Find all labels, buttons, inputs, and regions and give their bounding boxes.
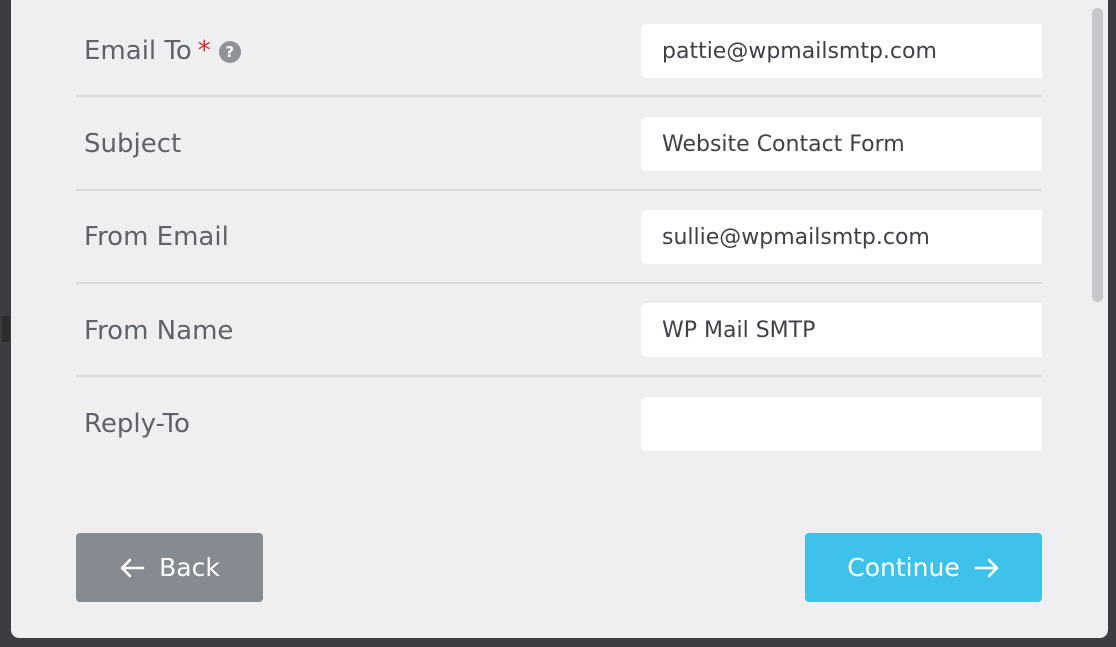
help-icon[interactable]: ? [218,41,241,63]
continue-button[interactable]: Continue [805,533,1042,602]
email-to-label: Email To [84,36,192,66]
form-scrollbar[interactable] [1092,8,1103,302]
back-button[interactable]: Back [76,533,263,602]
arrow-left-icon [120,558,145,577]
required-asterisk: * [197,36,211,66]
field-row-email-to: Email To *? [76,4,1042,97]
from-name-label: From Name [84,316,234,346]
email-to-input[interactable] [641,24,1042,78]
from-email-input[interactable] [641,210,1042,264]
row-divider [76,95,1042,97]
backdrop-edge [2,316,10,342]
field-row-subject: Subject [76,98,1042,191]
from-email-label: From Email [84,222,229,252]
from-name-input[interactable] [641,303,1042,357]
reply-to-label: Reply-To [84,409,190,439]
email-form: Email To*? Subject From Email From Name … [76,0,1103,470]
continue-button-label: Continue [847,553,960,582]
back-button-label: Back [159,553,220,582]
modal-dialog: Email To*? Subject From Email From Name … [11,0,1108,638]
subject-label: Subject [84,129,182,159]
field-row-from-email: From Email [76,191,1042,284]
arrow-right-icon [974,558,999,577]
field-row-from-name: From Name [76,284,1042,377]
field-row-reply-to: Reply-To [76,377,1042,470]
reply-to-input[interactable] [641,397,1042,451]
field-label-email-to: Email To *? [84,36,241,66]
subject-input[interactable] [641,117,1042,171]
